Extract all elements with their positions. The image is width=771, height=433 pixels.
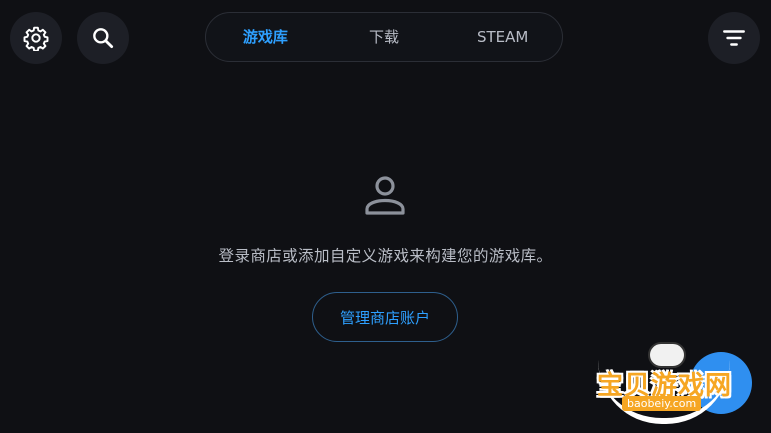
app-window: 游戏库 下载 STEAM 登录商店或添加自定义游戏来构建您的游戏库。 管理商店账… [0, 0, 771, 433]
search-button[interactable] [77, 12, 129, 64]
watermark-url: baobeiy.com [622, 396, 702, 411]
filter-icon [721, 25, 747, 51]
manage-store-accounts-button[interactable]: 管理商店账户 [312, 292, 458, 342]
search-icon [90, 25, 116, 51]
tab-library[interactable]: 游戏库 [206, 12, 325, 62]
tab-downloads[interactable]: 下载 [325, 12, 444, 62]
empty-state-message: 登录商店或添加自定义游戏来构建您的游戏库。 [218, 247, 553, 265]
gear-icon [23, 25, 49, 51]
tab-steam[interactable]: STEAM [443, 12, 562, 62]
filter-button[interactable] [708, 12, 760, 64]
settings-button[interactable] [10, 12, 62, 64]
user-icon [362, 174, 408, 218]
tab-bar: 游戏库 下载 STEAM [205, 12, 563, 62]
